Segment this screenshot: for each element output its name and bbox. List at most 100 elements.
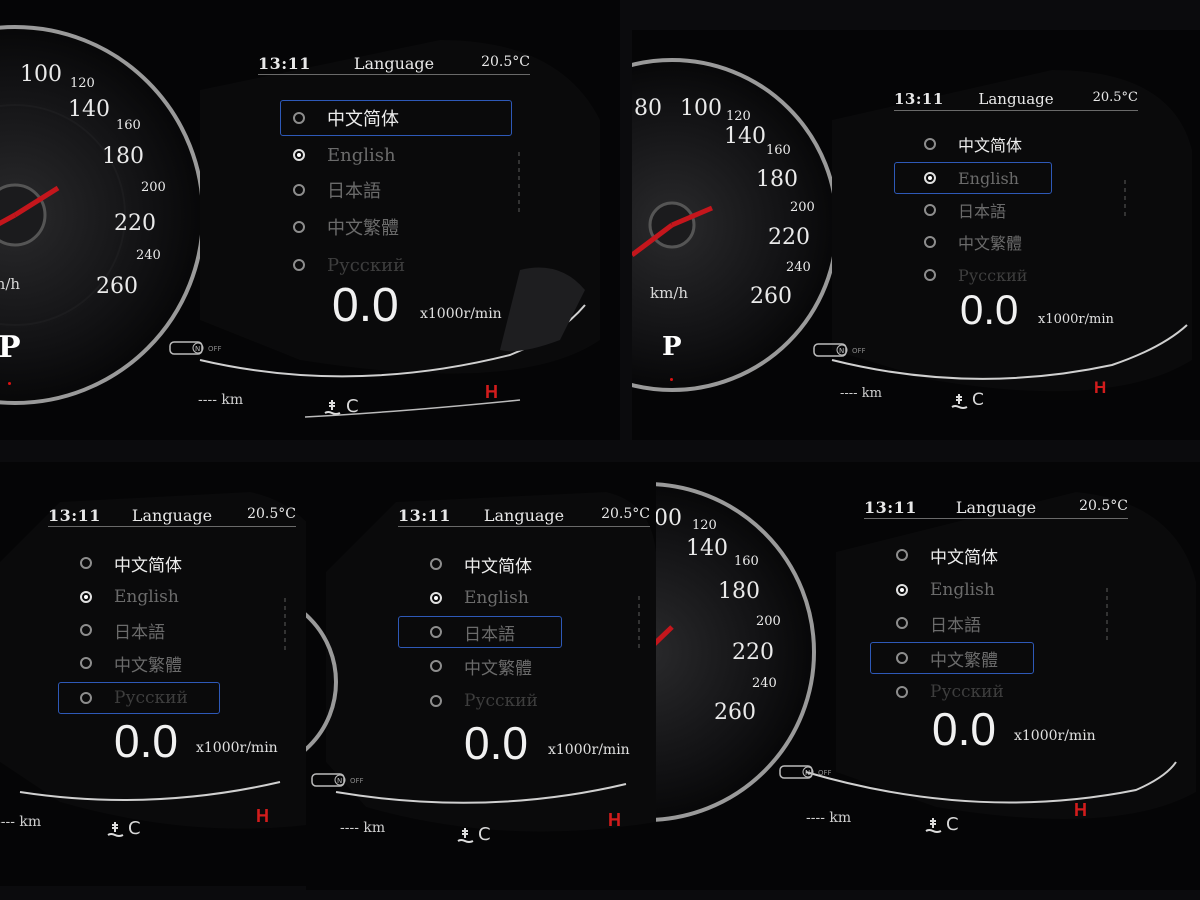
language-label: English	[464, 588, 529, 608]
radio-button-icon[interactable]	[293, 184, 305, 196]
cluster-panel-1: 100 120 140 160 180 200 220 240 260 km/h…	[0, 0, 620, 440]
language-item[interactable]: 日本語	[293, 173, 381, 207]
language-item[interactable]: English	[430, 581, 529, 615]
language-item[interactable]: English	[896, 573, 995, 607]
status-bar: 13:11 Language 20.5°C	[894, 88, 1138, 112]
radio-button-icon[interactable]	[80, 557, 92, 569]
language-item[interactable]: English	[924, 161, 1019, 195]
radio-button-icon[interactable]	[924, 204, 936, 216]
speed-tick: 140	[686, 536, 728, 561]
language-label: Русский	[930, 682, 1004, 702]
svg-text:OFF: OFF	[350, 777, 364, 785]
language-item[interactable]: 中文繁體	[896, 641, 998, 675]
radio-button-icon[interactable]	[80, 591, 92, 603]
language-label: 中文繁體	[958, 234, 1023, 253]
language-item[interactable]: 中文简体	[924, 127, 1022, 161]
speed-tick: 120	[70, 76, 95, 91]
language-item[interactable]: Русский	[430, 684, 538, 718]
tachometer-unit: x1000r/min	[420, 306, 502, 322]
radio-button-icon[interactable]	[924, 172, 936, 184]
radio-button-icon[interactable]	[430, 695, 442, 707]
language-label: English	[930, 580, 995, 600]
coolant-cold-label: C	[972, 390, 984, 410]
language-label: 日本語	[327, 181, 381, 202]
coolant-cold-label: C	[128, 818, 141, 839]
language-item[interactable]: English	[80, 580, 179, 614]
language-item[interactable]: 日本語	[430, 615, 515, 649]
speed-tick: 260	[714, 700, 756, 725]
svg-text:OFF: OFF	[208, 345, 222, 353]
language-item[interactable]: Русский	[293, 248, 405, 282]
gear-dot	[8, 382, 11, 385]
speed-tick: 140	[724, 124, 766, 149]
language-item[interactable]: 中文繁體	[924, 225, 1022, 259]
radio-button-icon[interactable]	[924, 138, 936, 150]
speed-tick: 260	[96, 274, 138, 299]
coolant-hot-label: H	[1074, 800, 1087, 820]
radio-button-icon[interactable]	[293, 112, 305, 124]
language-label: 中文简体	[327, 109, 399, 130]
radio-button-icon[interactable]	[924, 236, 936, 248]
coolant-hot-label: H	[608, 810, 621, 830]
language-screen: 13:11 Language 20.5°C 中文简体 English 日本語 中…	[258, 52, 530, 352]
coolant-cold-label: C	[946, 814, 959, 835]
radio-button-icon[interactable]	[430, 592, 442, 604]
status-bar: 13:11 Language 20.5°C	[48, 504, 296, 528]
language-item[interactable]: 中文繁體	[80, 646, 182, 680]
svg-text:OFF: OFF	[852, 347, 866, 355]
radio-button-icon[interactable]	[896, 584, 908, 596]
outside-temperature: 20.5°C	[1079, 498, 1128, 514]
speed-tick: 00	[656, 506, 682, 531]
language-item[interactable]: 中文繁體	[430, 649, 532, 683]
radio-button-icon[interactable]	[896, 686, 908, 698]
speed-tick: 100	[20, 62, 62, 87]
radio-button-icon[interactable]	[924, 269, 936, 281]
language-item[interactable]: 日本語	[924, 193, 1006, 227]
radio-button-icon[interactable]	[293, 221, 305, 233]
speed-tick: 80	[634, 96, 662, 121]
radio-button-icon[interactable]	[896, 652, 908, 664]
radio-button-icon[interactable]	[896, 617, 908, 629]
gear-dot	[670, 378, 673, 381]
language-label: 中文繁體	[930, 650, 998, 671]
odometer: ---- km	[340, 820, 386, 836]
speed-tick: 240	[752, 676, 777, 691]
language-screen: 13:11 Language 20.5°C 中文简体 English 日本語 中…	[398, 504, 650, 804]
radio-button-icon[interactable]	[80, 624, 92, 636]
radio-button-icon[interactable]	[293, 149, 305, 161]
radio-button-icon[interactable]	[430, 626, 442, 638]
language-label: 中文繁體	[327, 218, 399, 239]
coolant-hot-label: H	[1094, 378, 1107, 397]
language-item[interactable]: 日本語	[80, 613, 165, 647]
radio-button-icon[interactable]	[430, 558, 442, 570]
language-item[interactable]: 中文简体	[430, 547, 532, 581]
coolant-temperature-icon	[925, 818, 942, 833]
tachometer-unit: x1000r/min	[1014, 728, 1096, 744]
svg-text:N: N	[805, 769, 810, 777]
radio-button-icon[interactable]	[293, 259, 305, 271]
language-item[interactable]: 中文简体	[80, 546, 182, 580]
radio-button-icon[interactable]	[80, 692, 92, 704]
language-label: 中文简体	[464, 556, 532, 577]
radio-button-icon[interactable]	[896, 549, 908, 561]
tachometer-value: 0.0	[464, 717, 528, 769]
radio-button-icon[interactable]	[80, 657, 92, 669]
coolant-temperature-icon	[951, 394, 968, 409]
car-awd-icon: N OFF	[169, 341, 222, 355]
language-label: 中文简体	[958, 136, 1023, 155]
language-item[interactable]: 中文繁體	[293, 210, 399, 244]
car-awd-icon: N OFF	[813, 343, 866, 357]
radio-button-icon[interactable]	[430, 660, 442, 672]
language-item[interactable]: 中文简体	[896, 538, 998, 572]
svg-text:N: N	[337, 777, 342, 785]
scroll-indicator	[518, 152, 520, 216]
speed-tick: 260	[750, 284, 792, 309]
language-item[interactable]: Русский	[80, 681, 188, 715]
language-label: 中文繁體	[114, 655, 182, 676]
speed-tick: 180	[756, 167, 798, 192]
language-item[interactable]: English	[293, 138, 396, 172]
language-item[interactable]: 日本語	[896, 606, 981, 640]
language-item[interactable]: 中文简体	[293, 101, 399, 135]
speed-tick: 180	[102, 144, 144, 169]
tachometer-unit: x1000r/min	[548, 742, 630, 758]
